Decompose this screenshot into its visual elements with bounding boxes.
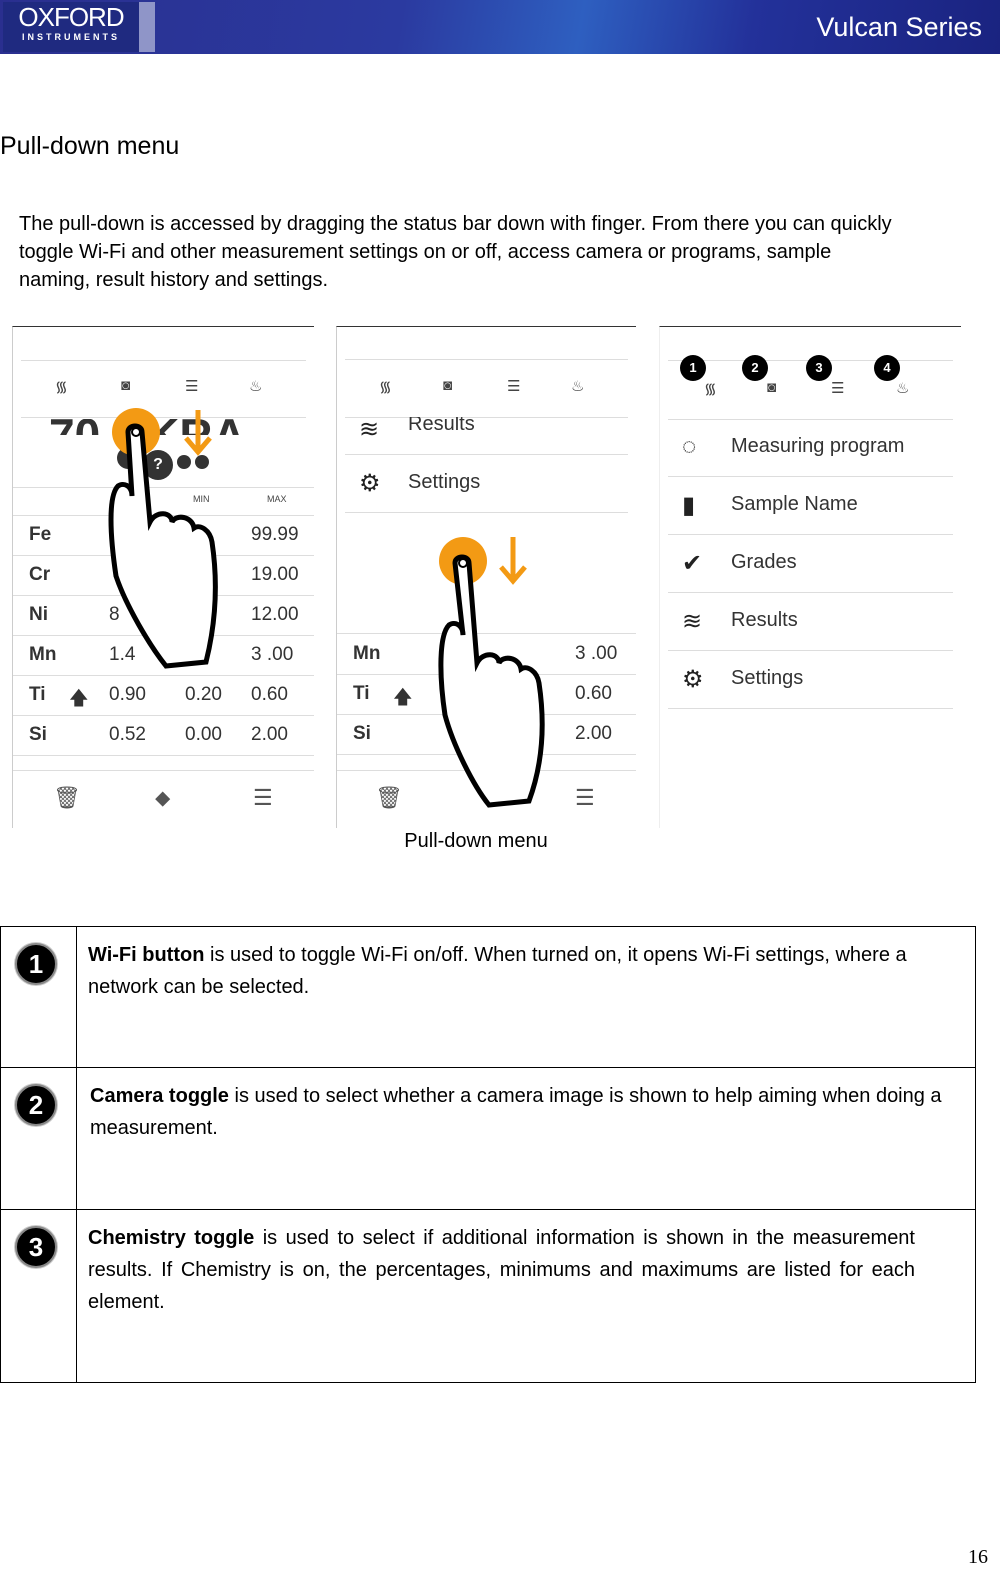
menu-item-settings[interactable]: ⚙ Settings: [345, 455, 628, 513]
oxford-instruments-logo: OXFORD INSTRUMENTS: [3, 2, 155, 52]
trash-icon[interactable]: 🗑: [53, 785, 81, 811]
hand-gesture-icon: [108, 408, 218, 669]
trash-icon[interactable]: 🗑: [375, 785, 403, 811]
menu-lines-icon[interactable]: ☰: [253, 785, 273, 811]
callout-badge-3: 3: [806, 355, 832, 381]
callout-badge-4: 4: [874, 355, 900, 381]
figure-caption: Pull-down menu: [404, 830, 548, 852]
camera-icon[interactable]: ◙: [443, 377, 452, 394]
result-row: Ti 0.90 0.20 0.60 🡅: [13, 676, 314, 716]
flame-icon[interactable]: ♨: [896, 379, 909, 397]
cell-el: Si: [353, 723, 371, 744]
check-badge-icon: ✔: [682, 550, 703, 577]
menu-item-measuring-program[interactable]: ◌ Measuring program: [668, 419, 953, 477]
gear-icon: ⚙: [359, 470, 381, 497]
circle-progress-icon: ◌: [682, 433, 697, 460]
menu-item-settings[interactable]: ⚙ Settings: [668, 651, 953, 709]
list-icon[interactable]: ☰: [507, 377, 520, 395]
page-number: 16: [968, 1546, 988, 1568]
camera-icon: ◙: [121, 377, 131, 394]
flame-icon: ♨: [249, 378, 263, 395]
wifi-icon[interactable]: ᯾: [704, 379, 717, 399]
layers-icon: ≋: [359, 416, 380, 443]
cell-val: 0.52: [109, 724, 146, 745]
cell-el: Si: [29, 724, 47, 745]
cell-max: 0.60: [251, 684, 288, 705]
hand-gesture-icon: [438, 537, 545, 808]
series-title: Vulcan Series: [816, 12, 982, 42]
cell-max: 12.00: [251, 604, 299, 625]
table-row: 3 Chemistry toggle is used to select if …: [0, 1209, 976, 1383]
callout-badge-1: 1: [680, 355, 706, 381]
cell-el: Ni: [29, 604, 48, 625]
document-icon: ▮: [682, 492, 696, 519]
list-icon[interactable]: ☰: [831, 379, 844, 397]
intro-paragraph: The pull-down is accessed by dragging th…: [19, 213, 892, 291]
result-row: Si 0.52 0.00 2.00: [13, 716, 314, 756]
cell-el: Cr: [29, 564, 51, 585]
menu-item-results[interactable]: ≋ Results: [668, 593, 953, 651]
cell-el: Ti: [29, 684, 46, 705]
number-badge-2: 2: [15, 1084, 57, 1126]
cell-min: 0.00: [185, 724, 222, 745]
menu-item-sample-name[interactable]: ▮ Sample Name: [668, 477, 953, 535]
cell-max: 99.99: [251, 524, 299, 545]
cell-el: Fe: [29, 524, 52, 545]
header-banner: OXFORD INSTRUMENTS Vulcan Series: [0, 0, 1000, 54]
cell-max: 3 .00: [575, 643, 618, 664]
arrow-up-icon: 🡅: [69, 688, 89, 709]
bottom-toolbar: 🗑 ⬥ ☰: [13, 770, 314, 828]
number-badge-3: 3: [15, 1226, 57, 1268]
camera-icon[interactable]: ◙: [767, 379, 776, 396]
section-title: Pull-down menu: [0, 132, 180, 160]
cell-min: 0.20: [185, 684, 222, 705]
table-row: 2 Camera toggle is used to select whethe…: [0, 1067, 976, 1210]
cell-max: 3 .00: [251, 644, 294, 665]
cell-el: Ti: [353, 683, 370, 704]
menu-item-results[interactable]: ≋ Results: [345, 416, 628, 455]
screenshot-pulling-down: ᯾ ◙ ☰ ♨ ≋ Results ⚙ Settings Mn 3 .00 Ti 0.…: [336, 326, 636, 828]
wifi-icon[interactable]: ᯾: [379, 377, 392, 397]
list-icon: ☰: [185, 378, 199, 395]
feature-table: 1 Wi-Fi button is used to toggle Wi-Fi o…: [0, 926, 976, 1383]
cell-el: Mn: [29, 644, 57, 665]
cell-max: 2.00: [575, 723, 612, 744]
flame-icon[interactable]: ♨: [571, 377, 584, 395]
tag-icon[interactable]: ⬥: [155, 785, 170, 811]
cell-max: 19.00: [251, 564, 299, 585]
callout-badge-2: 2: [742, 355, 768, 381]
arrow-up-icon: 🡅: [393, 687, 413, 708]
gear-icon: ⚙: [682, 666, 704, 693]
cell-max: 2.00: [251, 724, 288, 745]
screenshot-pulldown-menu: 1 2 3 4 ᯾ ◙ ☰ ♨ ◌ Measuring program ▮ Samp…: [659, 326, 961, 828]
menu-item-grades[interactable]: ✔ Grades: [668, 535, 953, 593]
cell-el: Mn: [353, 643, 381, 664]
wifi-icon: ᯾: [55, 379, 68, 396]
layers-icon: ≋: [682, 608, 703, 635]
menu-lines-icon[interactable]: ☰: [575, 785, 595, 811]
cell-val: 0.90: [109, 684, 146, 705]
cell-max: 0.60: [575, 683, 612, 704]
table-row: 1 Wi-Fi button is used to toggle Wi-Fi o…: [0, 926, 976, 1068]
number-badge-1: 1: [15, 943, 57, 985]
screenshot-results-screen: ᯾ ◙ ☰ ♨ 70…KRA ? MIN MAX Fe799.99Cr19.00…: [12, 326, 314, 828]
